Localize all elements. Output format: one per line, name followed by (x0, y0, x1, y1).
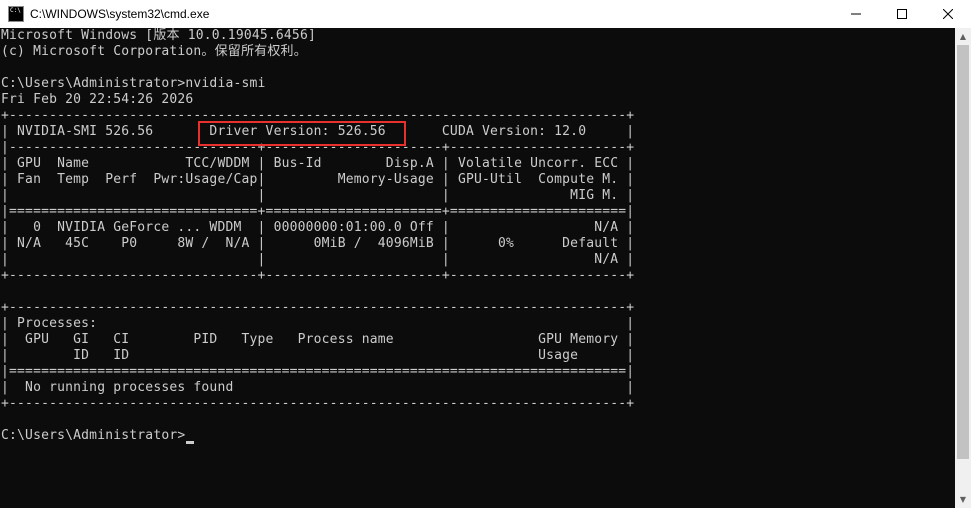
console-line: Microsoft Windows [版本 10.0.19045.6456] (1, 28, 316, 43)
console-line: | GPU GI CI PID Type Process name GPU Me… (1, 332, 635, 347)
console-line: | N/A 45C P0 8W / N/A | 0MiB / 4096MiB |… (1, 236, 635, 251)
close-icon (943, 9, 953, 19)
console-line: +---------------------------------------… (1, 300, 635, 315)
console-line: +-------------------------------+-------… (1, 268, 635, 283)
console-line: | GPU Name TCC/WDDM | Bus-Id Disp.A | Vo… (1, 156, 635, 171)
console-line: | | | N/A | (1, 252, 635, 267)
driver-version-highlight-box (198, 121, 406, 146)
cmd-window: C:\WINDOWS\system32\cmd.exe Microsoft Wi… (0, 0, 971, 508)
console-line: +---------------------------------------… (1, 396, 635, 411)
console-line: |=======================================… (1, 364, 635, 379)
window-title: C:\WINDOWS\system32\cmd.exe (30, 7, 210, 21)
scrollbar-thumb[interactable] (957, 45, 969, 459)
console-line: | 0 NVIDIA GeForce ... WDDM | 00000000:0… (1, 220, 635, 235)
vertical-scrollbar[interactable]: ▲ ▼ (955, 28, 971, 508)
title-bar[interactable]: C:\WINDOWS\system32\cmd.exe (0, 0, 971, 28)
console-line: C:\Users\Administrator>nvidia-smi (1, 76, 266, 91)
command-prompt[interactable]: C:\Users\Administrator> (1, 428, 185, 444)
console-line: | ID ID Usage | (1, 348, 635, 363)
maximize-icon (897, 9, 907, 19)
console-line: | Processes: | (1, 316, 635, 331)
scroll-down-arrow-icon[interactable]: ▼ (955, 491, 971, 508)
console-line: | | | MIG M. | (1, 188, 635, 203)
console-line: | No running processes found | (1, 380, 635, 395)
close-button[interactable] (925, 0, 971, 28)
minimize-button[interactable] (833, 0, 879, 28)
maximize-button[interactable] (879, 0, 925, 28)
minimize-icon (851, 13, 861, 15)
console-output[interactable]: Microsoft Windows [版本 10.0.19045.6456] (… (0, 28, 955, 508)
console-line: (c) Microsoft Corporation。保留所有权利。 (1, 44, 307, 59)
console-line: |===============================+=======… (1, 204, 635, 219)
console-line: | Fan Temp Perf Pwr:Usage/Cap| Memory-Us… (1, 172, 635, 187)
console-line: Fri Feb 20 22:54:26 2026 (1, 92, 194, 107)
cmd-app-icon[interactable] (8, 6, 24, 22)
scroll-up-arrow-icon[interactable]: ▲ (955, 28, 971, 45)
text-cursor (186, 441, 194, 444)
